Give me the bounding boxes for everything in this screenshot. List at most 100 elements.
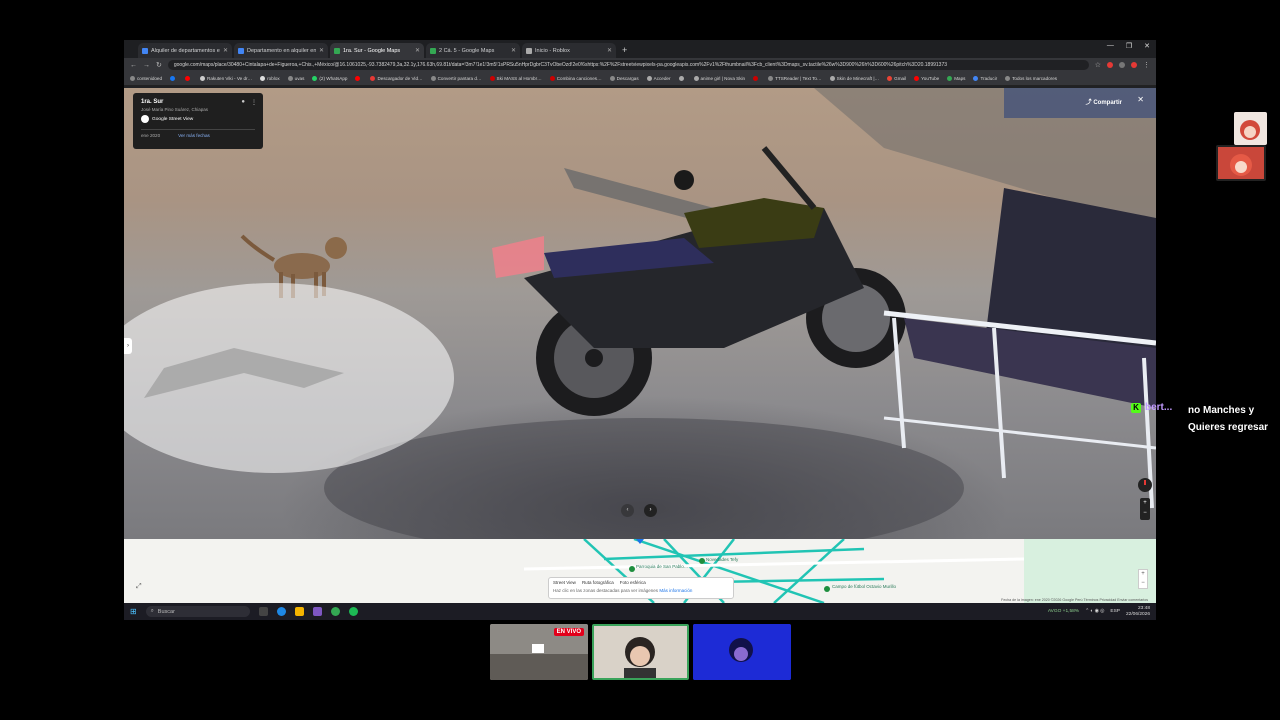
- map-label[interactable]: Novedades Tefy: [706, 557, 738, 562]
- compass-icon[interactable]: [1138, 478, 1152, 492]
- bookmark-item[interactable]: [753, 76, 760, 81]
- tab[interactable]: Alquiler de departamentos en ✕: [138, 43, 232, 58]
- expand-map-icon[interactable]: ⤢: [136, 583, 142, 591]
- forward-icon[interactable]: →: [143, 62, 150, 69]
- new-tab-button[interactable]: +: [622, 43, 627, 58]
- chat-username: Kbert...: [1131, 402, 1172, 413]
- bookmark-favicon-icon: [947, 76, 953, 81]
- stock-ticker[interactable]: AVGO +1,58%: [1048, 609, 1079, 614]
- zoom-control[interactable]: + −: [1140, 498, 1150, 520]
- task-view-icon[interactable]: [258, 607, 268, 616]
- tab[interactable]: 2 Cá. 5 - Google Maps ✕: [426, 43, 520, 58]
- bookmark-item[interactable]: Descargas: [609, 76, 639, 81]
- chat-message: no Manches y Quieres regresar: [1188, 405, 1269, 433]
- address-bar-row: ← → ↻ google.com/maps/place/30480+Cintal…: [124, 58, 1156, 72]
- bookmark-item[interactable]: Traducir: [973, 76, 997, 81]
- more-info-link[interactable]: Más información: [659, 588, 692, 593]
- avatar-art: [1218, 147, 1264, 179]
- street-view-panorama[interactable]: 1ra. Sur José María Pino Suárez, Chiapas…: [124, 88, 1156, 539]
- bookmark-item[interactable]: [355, 76, 362, 81]
- map-label[interactable]: Campo de fútbol Octavio Murillo: [832, 584, 902, 589]
- spotify-icon[interactable]: [348, 607, 358, 616]
- more-options-icon[interactable]: ⋮: [251, 99, 257, 106]
- layer-street-view[interactable]: Street View: [553, 580, 576, 585]
- language-indicator[interactable]: ESP: [1110, 609, 1120, 614]
- back-icon[interactable]: ←: [130, 62, 137, 69]
- bookmark-favicon-icon: [678, 76, 684, 81]
- bookmark-item[interactable]: Combina canciones…: [549, 76, 602, 81]
- share-button[interactable]: ⤴ Compartir: [1086, 97, 1122, 106]
- bookmark-favicon-icon: [1005, 76, 1011, 81]
- url-field[interactable]: google.com/maps/place/30480+Cintalapa+de…: [167, 60, 1089, 70]
- bookmark-favicon-icon: [753, 76, 759, 81]
- bookmarks-bar: contenidoed Rakuten Viki - Ve dr… roblox uv…: [124, 72, 1156, 86]
- tab-close-icon[interactable]: ✕: [415, 47, 420, 54]
- minimize-icon[interactable]: —: [1107, 42, 1114, 50]
- edge-icon[interactable]: [276, 607, 286, 616]
- bookmark-item[interactable]: Gmail: [887, 76, 906, 81]
- app-icon[interactable]: [312, 607, 322, 616]
- taskbar: ⊞ ⌕ Buscar AVGO +1,58% ⌃ ◐ ◉ ◎ ESP 23:48 …: [124, 603, 1156, 620]
- menu-icon[interactable]: ⋮: [1143, 61, 1150, 69]
- tab[interactable]: Inicio - Roblox ✕: [522, 43, 616, 58]
- bookmark-favicon-icon: [370, 76, 376, 81]
- tab-active[interactable]: 1ra. Sur - Google Maps ✕: [330, 43, 424, 58]
- map-label[interactable]: Parroquia de San Pablo…: [636, 564, 688, 569]
- pin-icon[interactable]: ●: [241, 99, 245, 106]
- close-street-view-button[interactable]: ✕: [1137, 95, 1144, 104]
- extension-icon[interactable]: [1107, 62, 1113, 68]
- bookmark-item[interactable]: (2) WhatsApp: [312, 76, 347, 81]
- profile-icon[interactable]: [1131, 62, 1137, 68]
- close-window-icon[interactable]: ✕: [1144, 42, 1150, 50]
- bookmark-item[interactable]: Convertir pantara d…: [430, 76, 482, 81]
- bookmark-item[interactable]: anime girl | Nova Skin: [693, 76, 745, 81]
- tab-close-icon[interactable]: ✕: [511, 47, 516, 54]
- layer-spherical-photo[interactable]: Foto esférica: [620, 580, 646, 585]
- chrome-icon[interactable]: [330, 607, 340, 616]
- star-icon[interactable]: ☆: [1095, 61, 1101, 69]
- tab-close-icon[interactable]: ✕: [607, 47, 612, 54]
- tray-icons[interactable]: ⌃ ◐ ◉ ◎: [1085, 609, 1104, 614]
- file-explorer-icon[interactable]: [294, 607, 304, 616]
- bookmark-favicon-icon: [430, 76, 436, 81]
- taskbar-search[interactable]: ⌕ Buscar: [145, 606, 250, 617]
- tab-close-icon[interactable]: ✕: [319, 47, 324, 54]
- bookmark-item[interactable]: uvas: [287, 76, 304, 81]
- bookmark-item[interactable]: [170, 76, 177, 81]
- extension-icon[interactable]: [1119, 62, 1125, 68]
- maps-favicon-icon: [334, 47, 340, 54]
- bookmark-item[interactable]: Maps: [947, 76, 965, 81]
- previous-arrow-icon[interactable]: ‹: [621, 504, 634, 517]
- street-view-badge: Google Street View: [141, 115, 255, 123]
- bookmark-favicon-icon: [914, 76, 920, 81]
- bookmark-item[interactable]: roblox: [260, 76, 280, 81]
- streamer-avatar-secondary: [1216, 145, 1266, 181]
- bookmark-item[interactable]: Acceder: [646, 76, 671, 81]
- bookmark-favicon-icon: [355, 76, 361, 81]
- layer-photo-route[interactable]: Ruta fotográfica: [582, 580, 614, 585]
- bookmark-item[interactable]: Ski MASS al Hombr…: [489, 76, 542, 81]
- bookmark-item[interactable]: [678, 76, 686, 81]
- next-arrow-icon[interactable]: ›: [644, 504, 657, 517]
- bookmark-item[interactable]: Skin de Minecraft |…: [829, 76, 879, 81]
- bookmark-item[interactable]: contenidoed: [130, 76, 162, 81]
- bookmark-item[interactable]: Descargador de Vid…: [370, 76, 423, 81]
- bookmark-favicon-icon: [887, 76, 893, 81]
- minimap[interactable]: Parroquia de San Pablo… Novedades Tefy C…: [124, 539, 1156, 603]
- bookmark-item[interactable]: [185, 76, 192, 81]
- bookmark-item[interactable]: Rakuten Viki - Ve dr…: [200, 76, 252, 81]
- maximize-icon[interactable]: ❐: [1126, 42, 1132, 50]
- reload-icon[interactable]: ↻: [156, 61, 162, 69]
- tab-close-icon[interactable]: ✕: [223, 47, 228, 54]
- avatar-art: [1234, 112, 1267, 145]
- more-dates-link[interactable]: Ver más fechas: [178, 133, 210, 138]
- bookmark-item[interactable]: Todos los marcadores: [1005, 76, 1057, 81]
- tab[interactable]: Departamento en alquiler en 3 ✕: [234, 43, 328, 58]
- card-footer: ene 2020 Ver más fechas: [141, 129, 255, 138]
- map-zoom-control[interactable]: + −: [1138, 569, 1148, 589]
- collapse-panel-icon[interactable]: ›: [124, 338, 132, 354]
- windows-start-icon[interactable]: ⊞: [130, 607, 137, 616]
- bookmark-item[interactable]: YouTube: [914, 76, 939, 81]
- bookmark-item[interactable]: TTSReader | Text To…: [768, 76, 822, 81]
- clock[interactable]: 23:48 22/06/2026: [1126, 606, 1150, 618]
